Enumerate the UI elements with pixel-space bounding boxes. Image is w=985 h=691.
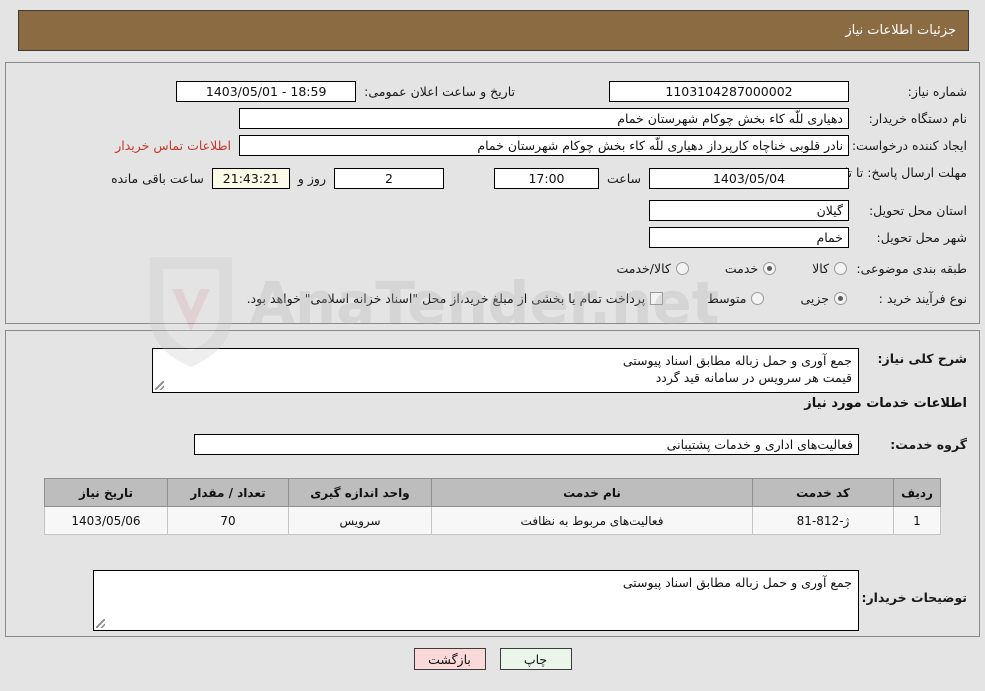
remaining-days-label: روز و — [297, 171, 326, 186]
row-announce-datetime: تاریخ و ساعت اعلان عمومی: 18:59 - 1403/0… — [176, 81, 515, 102]
category-label-goods: کالا — [812, 261, 829, 276]
th-quantity: تعداد / مقدار — [167, 478, 289, 507]
treasury-checkbox[interactable] — [650, 292, 664, 305]
window-title-bar: جزئیات اطلاعات نیاز — [18, 10, 969, 51]
cell-unit: سرویس — [288, 506, 432, 535]
requester-field[interactable]: نادر قلوبی خناچاه کارپرداز دهیاری للّه ک… — [239, 135, 849, 156]
process-option-medium[interactable]: متوسط — [707, 291, 765, 306]
treasury-option[interactable]: پرداخت تمام یا بخشی از مبلغ خرید،از محل … — [247, 291, 664, 306]
remaining-days-field[interactable]: 2 — [333, 168, 444, 189]
category-radio-goods[interactable] — [834, 262, 847, 275]
page-title: جزئیات اطلاعات نیاز — [845, 23, 956, 38]
row-general-desc: شرح کلی نیاز: جمع آوری و حمل زباله مطابق… — [152, 348, 967, 393]
row-process-type: نوع فرآیند خرید : جزیی متوسط پرداخت تمام… — [247, 291, 967, 306]
th-date: تاریخ نیاز — [44, 478, 168, 507]
requester-label: ایجاد کننده درخواست: — [851, 138, 967, 153]
row-need-number: شماره نیاز: 1103104287000002 — [609, 81, 967, 102]
cell-code: ژ-812-81 — [752, 506, 894, 535]
announce-datetime-field[interactable]: 18:59 - 1403/05/01 — [176, 81, 357, 102]
countdown-field[interactable]: 21:43:21 — [211, 168, 290, 189]
deadline-hour-field[interactable]: 17:00 — [493, 168, 599, 189]
buyer-org-label: نام دستگاه خریدار: — [868, 111, 967, 126]
province-label: استان محل تحویل: — [868, 203, 967, 218]
row-city: شهر محل تحویل: خمام — [649, 227, 967, 248]
row-service-group: گروه خدمت: فعالیت‌های اداری و خدمات پشتی… — [194, 434, 967, 455]
process-label-medium: متوسط — [707, 291, 747, 306]
row-buyer-notes: توضیحات خریدار: جمع آوری و حمل زباله مطا… — [93, 570, 967, 631]
buyer-contact-link[interactable]: اطلاعات تماس خریدار — [115, 138, 231, 153]
buyer-org-field[interactable]: دهیاری للّه کاء بخش چوکام شهرستان خمام — [239, 108, 849, 129]
services-heading: اطلاعات خدمات مورد نیاز — [804, 396, 967, 411]
page-root: AnaTender.net جزئیات اطلاعات نیاز شماره … — [0, 0, 985, 691]
general-desc-label: شرح کلی نیاز: — [877, 351, 967, 366]
cell-name: فعالیت‌های مربوط به نظافت — [431, 506, 753, 535]
category-radio-goods-service[interactable] — [675, 262, 689, 275]
process-label-minor: جزیی — [800, 291, 829, 306]
buyer-notes-textarea[interactable]: جمع آوری و حمل زباله مطابق اسناد پیوستی — [93, 570, 859, 631]
deadline-date-field[interactable]: 1403/05/04 — [649, 168, 849, 189]
row-buyer-org: نام دستگاه خریدار: دهیاری للّه کاء بخش چ… — [239, 108, 967, 129]
service-group-field[interactable]: فعالیت‌های اداری و خدمات پشتیبانی — [194, 434, 859, 455]
table-header-row: ردیف کد خدمت نام خدمت واحد اندازه گیری ت… — [44, 478, 941, 507]
footer-button-bar: چاپ بازگشت — [0, 648, 985, 670]
category-label-goods-service: کالا/خدمت — [616, 261, 671, 276]
city-label: شهر محل تحویل: — [876, 230, 967, 245]
cell-date: 1403/05/06 — [44, 506, 168, 535]
row-deadline-fields: 1403/05/04 ساعت 17:00 2 روز و 21:43:21 س… — [111, 168, 849, 189]
row-category: طبقه بندی موضوعی: کالا خدمت کالا/خدمت — [616, 261, 967, 276]
back-button[interactable]: بازگشت — [413, 648, 486, 670]
category-label: طبقه بندی موضوعی: — [856, 261, 967, 276]
cell-quantity: 70 — [167, 506, 289, 535]
process-type-label: نوع فرآیند خرید : — [878, 291, 967, 306]
category-option-goods-service[interactable]: کالا/خدمت — [616, 261, 689, 276]
deadline-hour-label: ساعت — [606, 171, 641, 186]
process-option-minor[interactable]: جزیی — [800, 291, 847, 306]
process-radio-minor[interactable] — [834, 292, 847, 305]
table-row: 1 ژ-812-81 فعالیت‌های مربوط به نظافت سرو… — [44, 506, 941, 535]
th-name: نام خدمت — [431, 478, 753, 507]
deadline-label: مهلت ارسال پاسخ: تا تاریخ: — [822, 165, 967, 180]
cell-index: 1 — [893, 506, 941, 535]
treasury-text: پرداخت تمام یا بخشی از مبلغ خرید،از محل … — [246, 291, 646, 306]
buyer-notes-label: توضیحات خریدار: — [861, 590, 967, 605]
announce-datetime-label: تاریخ و ساعت اعلان عمومی: — [364, 84, 515, 99]
category-radio-service[interactable] — [763, 262, 777, 275]
need-number-field[interactable]: 1103104287000002 — [609, 81, 849, 102]
print-button[interactable]: چاپ — [499, 648, 572, 670]
th-unit: واحد اندازه گیری — [288, 478, 432, 507]
services-table: ردیف کد خدمت نام خدمت واحد اندازه گیری ت… — [44, 478, 941, 535]
process-radio-medium[interactable] — [751, 292, 765, 305]
row-province: استان محل تحویل: گیلان — [649, 200, 967, 221]
row-requester: ایجاد کننده درخواست: نادر قلوبی خناچاه ک… — [115, 135, 967, 156]
service-group-label: گروه خدمت: — [890, 437, 967, 452]
th-code: کد خدمت — [752, 478, 894, 507]
category-option-service[interactable]: خدمت — [724, 261, 777, 276]
province-field[interactable]: گیلان — [649, 200, 849, 221]
city-field[interactable]: خمام — [649, 227, 849, 248]
need-number-label: شماره نیاز: — [907, 84, 967, 99]
th-index: ردیف — [893, 478, 941, 507]
row-deadline-label: مهلت ارسال پاسخ: تا تاریخ: — [822, 165, 967, 181]
category-option-goods[interactable]: کالا — [812, 261, 847, 276]
countdown-label: ساعت باقی مانده — [111, 171, 204, 186]
general-desc-textarea[interactable]: جمع آوری و حمل زباله مطابق اسناد پیوستی … — [152, 348, 859, 393]
category-label-service: خدمت — [724, 261, 759, 276]
